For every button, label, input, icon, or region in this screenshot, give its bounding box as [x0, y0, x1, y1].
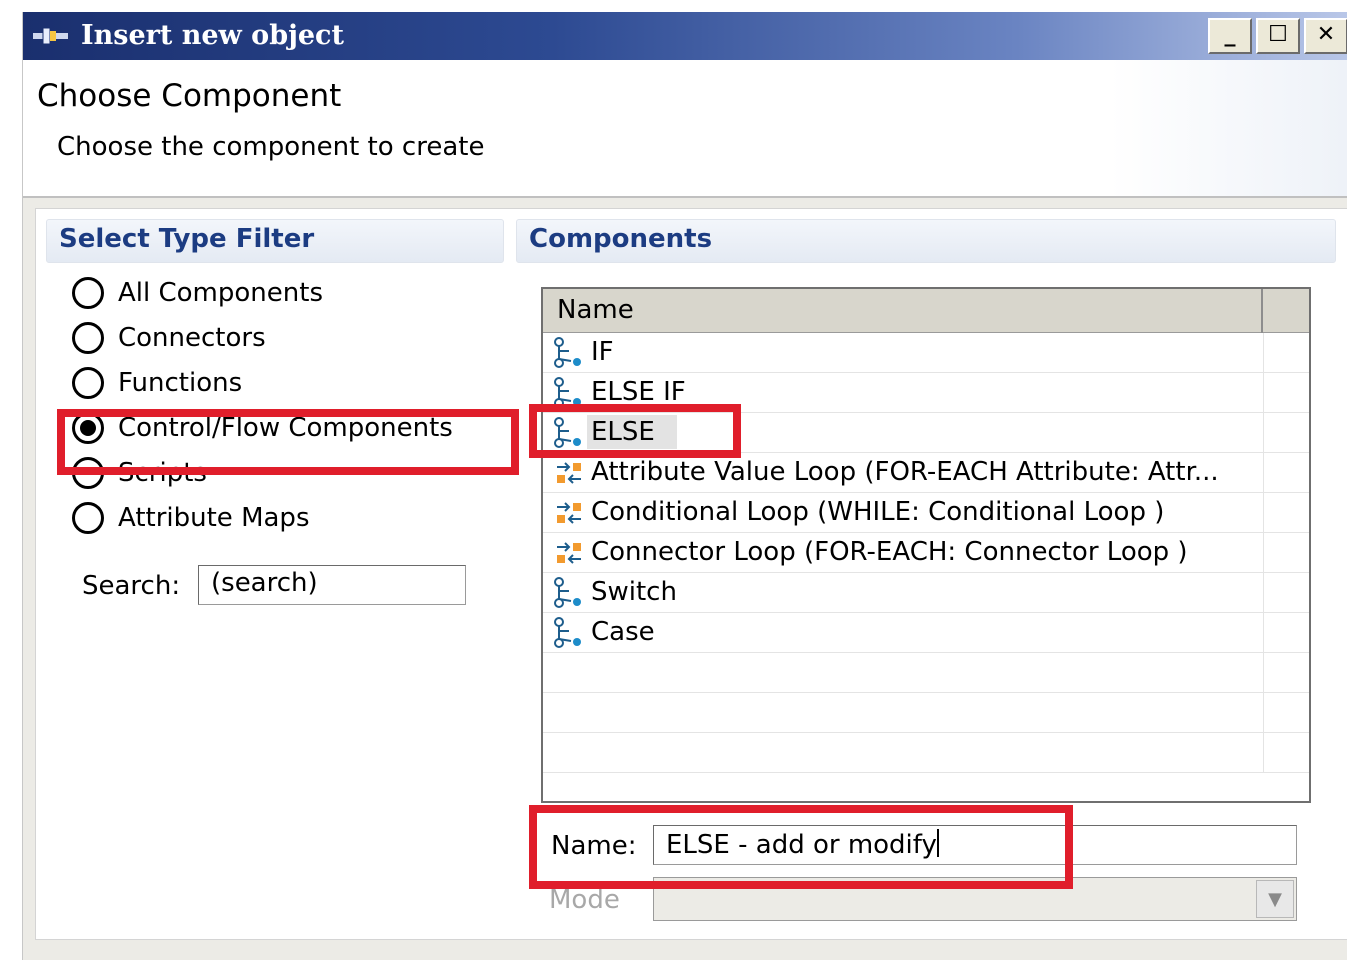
- row-label: Attribute Value Loop (FOR-EACH Attribute…: [591, 457, 1219, 487]
- empty-row: [543, 653, 1309, 693]
- radio-connectors[interactable]: Connectors: [72, 318, 266, 358]
- empty-row: [543, 733, 1309, 773]
- type-filter-heading: Select Type Filter: [46, 219, 504, 263]
- search-label: Search:: [82, 571, 181, 601]
- radio-label: All Components: [118, 278, 323, 308]
- close-button[interactable]: ✕: [1304, 18, 1347, 54]
- mode-label: Mode: [549, 885, 620, 915]
- row-label: Switch: [591, 577, 677, 607]
- chevron-down-icon[interactable]: ▼: [1256, 880, 1294, 918]
- components-heading: Components: [516, 219, 1336, 263]
- table-header: Name: [543, 289, 1309, 333]
- maximize-button[interactable]: ☐: [1256, 18, 1300, 54]
- dialog-body: Select Type Filter Components All Compon…: [35, 208, 1347, 940]
- radio-attribute-maps[interactable]: Attribute Maps: [72, 498, 309, 538]
- radio-label: Attribute Maps: [118, 503, 310, 533]
- radio-label: Connectors: [118, 323, 266, 353]
- flow-icon: [554, 617, 581, 648]
- column-header-name[interactable]: Name: [543, 289, 1263, 333]
- flow-icon: [554, 577, 581, 608]
- highlight-box-filter: [57, 409, 519, 475]
- background-window-edge: [0, 0, 22, 960]
- window-title: Insert new object: [81, 20, 344, 51]
- table-row[interactable]: Conditional Loop (WHILE: Conditional Loo…: [543, 493, 1309, 533]
- components-table[interactable]: Name IF ELSE IF ELSE Attribute Value Loo…: [541, 287, 1311, 803]
- table-row[interactable]: Case: [543, 613, 1309, 653]
- radio-button[interactable]: [72, 367, 104, 399]
- highlight-box-name-field: [529, 805, 1073, 889]
- title-bar[interactable]: Insert new object _ ☐ ✕: [23, 12, 1347, 60]
- insert-object-dialog: Insert new object _ ☐ ✕ Choose Component…: [22, 12, 1347, 960]
- loop-icon: [557, 542, 581, 564]
- radio-all-components[interactable]: All Components: [72, 273, 323, 313]
- plug-icon: [33, 27, 68, 45]
- row-label: Case: [591, 617, 655, 647]
- loop-icon: [557, 462, 581, 484]
- radio-functions[interactable]: Functions: [72, 363, 242, 403]
- loop-icon: [557, 502, 581, 524]
- row-label: Conditional Loop (WHILE: Conditional Loo…: [591, 497, 1165, 527]
- page-description: Choose the component to create: [57, 132, 485, 162]
- highlight-box-else-row: [529, 404, 741, 458]
- page-title: Choose Component: [37, 78, 342, 114]
- table-row[interactable]: Connector Loop (FOR-EACH: Connector Loop…: [543, 533, 1309, 573]
- empty-row: [543, 693, 1309, 733]
- radio-button[interactable]: [72, 502, 104, 534]
- table-row[interactable]: Attribute Value Loop (FOR-EACH Attribute…: [543, 453, 1309, 493]
- table-row[interactable]: Switch: [543, 573, 1309, 613]
- table-row[interactable]: IF: [543, 333, 1309, 373]
- radio-button[interactable]: [72, 277, 104, 309]
- minimize-button[interactable]: _: [1208, 18, 1252, 54]
- radio-button[interactable]: [72, 322, 104, 354]
- radio-label: Functions: [118, 368, 243, 398]
- row-label: IF: [591, 337, 614, 367]
- search-input[interactable]: (search): [198, 565, 466, 605]
- wizard-header: Choose Component Choose the component to…: [23, 60, 1347, 198]
- flow-icon: [554, 337, 581, 368]
- row-label: ELSE IF: [591, 377, 686, 407]
- row-label: Connector Loop (FOR-EACH: Connector Loop…: [591, 537, 1188, 567]
